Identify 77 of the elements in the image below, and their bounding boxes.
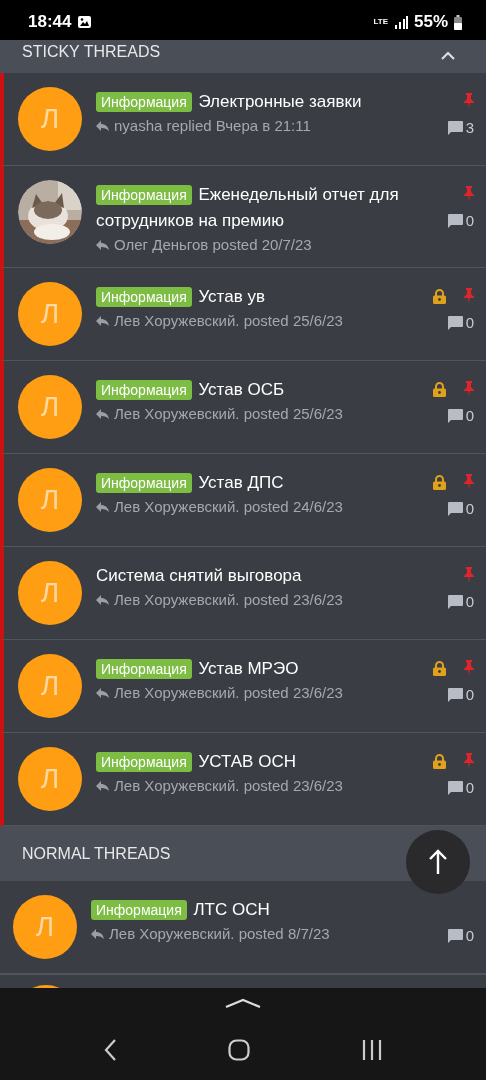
section-title: NORMAL THREADS [22, 844, 171, 863]
reply-icon [91, 928, 104, 939]
section-title: STICKY THREADS [22, 43, 161, 61]
reply-icon [96, 501, 109, 512]
thread-row[interactable]: Л Информация Устав ДПС Лев Хоружевский. posted 24/6/23 0 [0, 454, 486, 547]
thread-title[interactable]: Информация ЛТС ОСН [91, 897, 420, 923]
thread-title[interactable]: Информация Устав ДПС [96, 470, 420, 496]
back-icon[interactable] [103, 1038, 117, 1062]
thread-title[interactable]: Информация Устав ув [96, 284, 420, 310]
prefix-label: Информация [96, 473, 192, 493]
thread-row[interactable]: Л Информация Устав МРЭО Лев Хоружевский. posted 23/6/23 0 [0, 640, 486, 733]
comment-icon [447, 780, 463, 795]
thread-row[interactable]: Информация Еженедельный отчет для сотрудников на премию Олег Деньгов posted 20/7/23 0 [0, 166, 486, 268]
prefix-label: Информация [96, 92, 192, 112]
comment-icon [447, 928, 463, 943]
thread-title[interactable]: Информация Электронные заявки [96, 89, 420, 115]
reply-count: 0 [465, 686, 474, 703]
comment-icon [447, 408, 463, 423]
thread-row[interactable]: Л Информация Устав ОСБ Лев Хоружевский. posted 25/6/23 0 [0, 361, 486, 454]
battery-level: 55% [413, 12, 448, 32]
reply-count: 0 [465, 407, 474, 424]
reply-icon [96, 408, 109, 419]
section-header[interactable]: STICKY THREADS [0, 40, 486, 73]
clock: 18:44 [28, 12, 72, 32]
thread-title[interactable]: Система снятий выговора [96, 563, 420, 589]
thread-meta: Лев Хоружевский. posted 25/6/23 [114, 312, 343, 329]
reply-icon [96, 594, 109, 605]
comment-icon [447, 120, 463, 135]
reply-icon [96, 687, 109, 698]
prefix-label: Информация [96, 659, 192, 679]
prefix-label: Информация [91, 900, 187, 920]
collapse-icon[interactable] [440, 51, 456, 61]
reply-count: 0 [465, 314, 474, 331]
thread-meta: Лев Хоружевский. posted 23/6/23 [114, 684, 343, 701]
arrow-up-icon [428, 849, 448, 875]
reply-icon [96, 315, 109, 326]
reply-count: 3 [465, 119, 474, 136]
prefix-label: Информация [96, 752, 192, 772]
recent-apps-icon[interactable] [361, 1040, 383, 1060]
thread-title[interactable]: Информация Еженедельный отчет для сотрудников на премию [96, 182, 420, 234]
thread-meta: Лев Хоружевский. posted 25/6/23 [114, 405, 343, 422]
battery-icon [454, 14, 462, 30]
reply-icon [96, 239, 109, 250]
reply-icon [96, 780, 109, 791]
chevron-up-icon[interactable] [225, 998, 261, 1008]
signal-icon [393, 15, 408, 29]
reply-count: 0 [465, 500, 474, 517]
section-header[interactable]: NORMAL THREADS [0, 826, 486, 881]
reply-count: 0 [465, 927, 474, 944]
thread-meta: Лев Хоружевский. posted 24/6/23 [114, 498, 343, 515]
reply-count: 0 [465, 593, 474, 610]
reply-icon [96, 120, 109, 131]
comment-icon [447, 213, 463, 228]
thread-row[interactable]: Л Информация Устав ув Лев Хоружевский. posted 25/6/23 0 [0, 268, 486, 361]
network-type: LTE [373, 18, 388, 26]
thread-row[interactable]: Л Информация УСТАВ ОСН Лев Хоружевский. posted 23/6/23 0 [0, 733, 486, 826]
thread-meta: Лев Хоружевский. posted 23/6/23 [114, 777, 343, 794]
comment-icon [447, 594, 463, 609]
prefix-label: Информация [96, 287, 192, 307]
prefix-label: Информация [96, 380, 192, 400]
thread-title[interactable]: Информация УСТАВ ОСН [96, 749, 420, 775]
thread-title[interactable]: Информация Устав ОСБ [96, 377, 420, 403]
thread-title[interactable]: Информация Устав МРЭО [96, 656, 420, 682]
comment-icon [447, 315, 463, 330]
comment-icon [447, 501, 463, 516]
comment-icon [447, 687, 463, 702]
thread-meta: nyasha replied Вчера в 21:11 [114, 117, 311, 134]
home-icon[interactable] [228, 1039, 250, 1061]
thread-meta: Лев Хоружевский. posted 23/6/23 [114, 591, 343, 608]
thread-meta: Лев Хоружевский. posted 8/7/23 [109, 925, 330, 942]
prefix-label: Информация [96, 185, 192, 205]
image-icon [77, 15, 93, 29]
reply-count: 0 [465, 779, 474, 796]
reply-count: 0 [465, 212, 474, 229]
thread-row[interactable]: Л Система снятий выговора Лев Хоружевский. posted 23/6/23 0 [0, 547, 486, 640]
thread-meta: Олег Деньгов posted 20/7/23 [114, 236, 312, 253]
thread-row[interactable]: Л Информация Электронные заявки nyasha replied Вчера в 21:11 3 [0, 73, 486, 166]
